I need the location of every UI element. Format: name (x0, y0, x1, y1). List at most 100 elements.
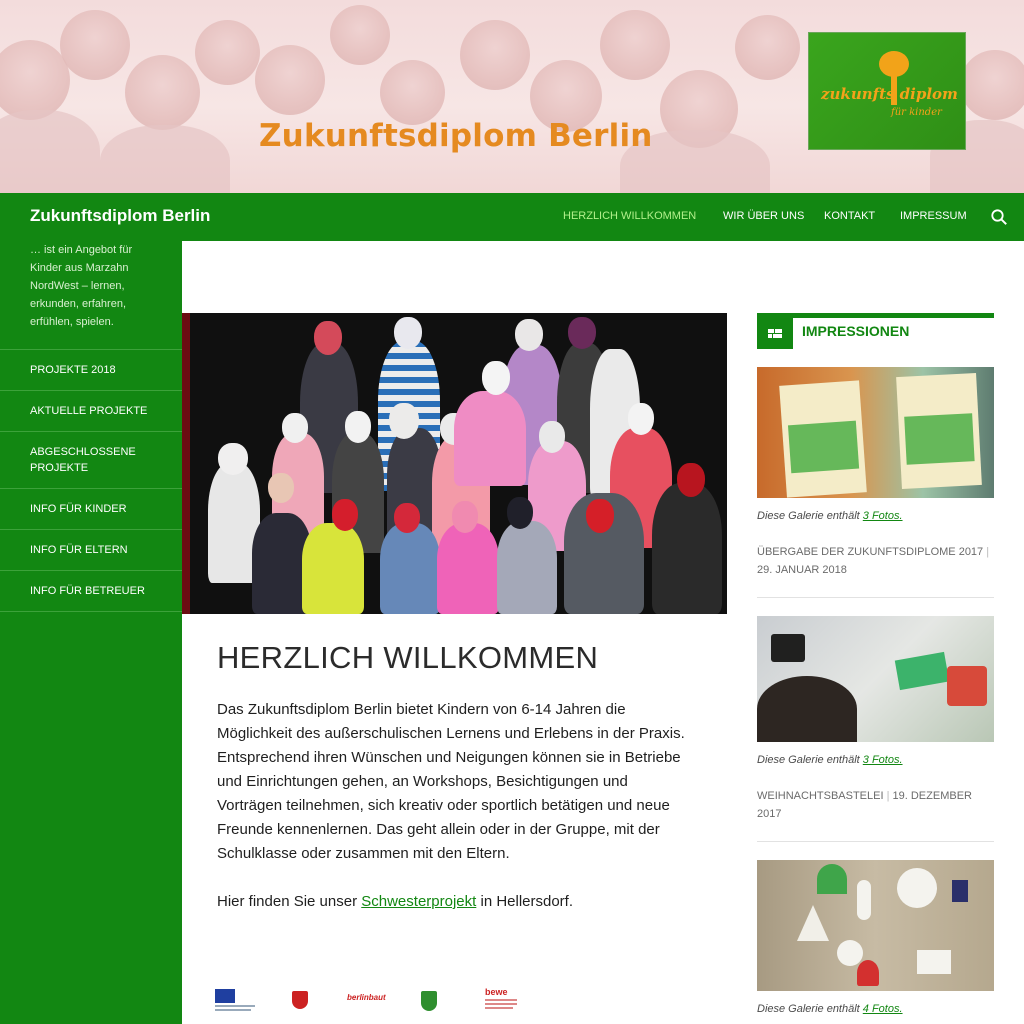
ornament (952, 880, 968, 902)
gallery-photo-count-link[interactable]: 3 Fotos. (863, 510, 903, 522)
berlinbaut-logo[interactable]: berlinbaut (347, 985, 387, 1015)
banner-photo-figure (380, 60, 445, 125)
diploma-certificate (896, 372, 982, 490)
sister-suffix: in Hellersdorf. (476, 893, 574, 910)
nav-item-herzlich-willkommen[interactable]: HERZLICH WILLKOMMEN (563, 210, 696, 222)
gallery-image-christmas-crafts[interactable] (757, 616, 994, 742)
ornament (917, 950, 951, 974)
sidebar: … ist ein Angebot für Kinder aus Marzahn… (0, 241, 182, 1024)
gallery-icon (757, 318, 793, 349)
diploma-green-area (904, 413, 975, 465)
gallery-title-link[interactable]: WEIHNACHTSBASTELEI (757, 790, 884, 802)
photo-mask (586, 499, 614, 533)
photo-mask (482, 361, 510, 395)
page-title: HERZLICH WILLKOMMEN (217, 640, 599, 675)
gallery-photo-count-link[interactable]: 3 Fotos. (863, 754, 903, 766)
divider (757, 841, 994, 842)
meta-separator: | (986, 546, 990, 558)
photo-mask (282, 413, 308, 443)
district-crest-logo[interactable] (290, 985, 310, 1015)
eu-flag-logo[interactable] (215, 985, 257, 1015)
photo-mask (314, 321, 342, 355)
crest-icon (292, 991, 308, 1009)
photo-mask (507, 497, 533, 529)
banner-photo-figure (600, 10, 670, 80)
stage-curtain (182, 313, 190, 614)
intro-paragraph: Das Zukunftsdiplom Berlin bietet Kindern… (217, 701, 685, 862)
caption-prefix: Diese Galerie enthält (757, 754, 863, 766)
eu-flag-icon (215, 989, 235, 1003)
ornament (817, 864, 847, 894)
sister-project-link[interactable]: Schwesterprojekt (361, 893, 476, 910)
caption-prefix: Diese Galerie enthält (757, 510, 863, 522)
site-title[interactable]: Zukunftsdiplom Berlin (30, 206, 210, 226)
ornament (797, 905, 829, 941)
banner-photo-figure (735, 15, 800, 80)
photo-mask (389, 403, 419, 439)
gallery-image-diploma[interactable] (757, 367, 994, 498)
nav-item-wir-ueber-uns[interactable]: WIR ÜBER UNS (723, 210, 804, 222)
partner-logos: berlinbaut bewe (215, 985, 535, 1017)
divider (757, 597, 994, 598)
green-crest-logo[interactable] (420, 985, 438, 1015)
impressionen-widget-header: IMPRESSIONEN (757, 313, 994, 349)
photo-mask (677, 463, 705, 497)
logo-text: zukunfts diplom (821, 85, 958, 103)
sister-prefix: Hier finden Sie unser (217, 893, 362, 910)
search-icon[interactable] (990, 208, 1008, 226)
ornament (897, 868, 937, 908)
photo-person (437, 523, 499, 614)
bewe-line (485, 999, 517, 1001)
top-navbar: Zukunftsdiplom Berlin HERZLICH WILLKOMME… (0, 193, 1024, 241)
bewe-logo[interactable]: bewe (483, 985, 521, 1015)
photo-mask (394, 317, 422, 349)
site-logo[interactable]: zukunfts diplom für kinder (808, 32, 966, 150)
photo-person (454, 391, 526, 486)
logo-subtext: für kinder (891, 107, 942, 118)
sidebar-item-info-fuer-betreuer[interactable]: INFO FÜR BETREUER (0, 571, 182, 612)
diploma-certificate (779, 380, 867, 498)
photo-mask (394, 503, 420, 533)
bewe-text: bewe (485, 987, 508, 997)
nav-item-impressum[interactable]: IMPRESSUM (900, 210, 967, 222)
banner-title: Zukunftsdiplom Berlin (259, 118, 653, 154)
photo-mask (345, 411, 371, 443)
photo-person (497, 521, 557, 614)
sidebar-item-info-fuer-kinder[interactable]: INFO FÜR KINDER (0, 489, 182, 530)
photo-mask (218, 443, 248, 475)
sidebar-item-info-fuer-eltern[interactable]: INFO FÜR ELTERN (0, 530, 182, 571)
banner-photo-figure (0, 110, 100, 193)
craft-paper (947, 666, 987, 706)
bewe-line (485, 1003, 517, 1005)
sidebar-item-projekte-2018[interactable]: PROJEKTE 2018 (0, 350, 182, 391)
craft-paper (894, 651, 950, 691)
photo-mask (628, 403, 654, 435)
gallery-image-ornaments[interactable] (757, 860, 994, 991)
gallery-photo-count-link[interactable]: 4 Fotos. (863, 1003, 903, 1015)
ornament (857, 880, 871, 920)
crest-icon (421, 991, 437, 1011)
sidebar-item-abgeschlossene-projekte[interactable]: ABGESCHLOSSENE PROJEKTE (0, 432, 182, 489)
meta-separator: | (886, 790, 890, 802)
sister-project-paragraph: Hier finden Sie unser Schwesterprojekt i… (217, 890, 697, 914)
photo-mask (568, 317, 596, 349)
ornament (837, 940, 863, 966)
child-head (757, 676, 857, 742)
gallery-title-link[interactable]: ÜBERGABE DER ZUKUNFTSDIPLOME 2017 (757, 546, 983, 558)
gallery-meta: WEIHNACHTSBASTELEI | 19. DEZEMBER 2017 (757, 787, 994, 823)
banner-photo-figure (125, 55, 200, 130)
eu-logo-line (215, 1005, 255, 1007)
widget-title: IMPRESSIONEN (802, 323, 910, 339)
caption-prefix: Diese Galerie enthält (757, 1003, 863, 1015)
photo-person (302, 523, 364, 614)
banner-photo-figure (460, 20, 530, 90)
nav-item-kontakt[interactable]: KONTAKT (824, 210, 875, 222)
photo-mask (515, 319, 543, 351)
sidebar-item-aktuelle-projekte[interactable]: AKTUELLE PROJEKTE (0, 391, 182, 432)
header-banner: Zukunftsdiplom Berlin zukunfts diplom fü… (0, 0, 1024, 193)
banner-photo-figure (100, 125, 230, 193)
gallery-icon-glyph (768, 329, 782, 338)
sidebar-menu: PROJEKTE 2018 AKTUELLE PROJEKTE ABGESCHL… (0, 349, 182, 612)
gallery-date[interactable]: 29. JANUAR 2018 (757, 564, 847, 576)
gallery-caption: Diese Galerie enthält 4 Fotos. (757, 1003, 903, 1015)
